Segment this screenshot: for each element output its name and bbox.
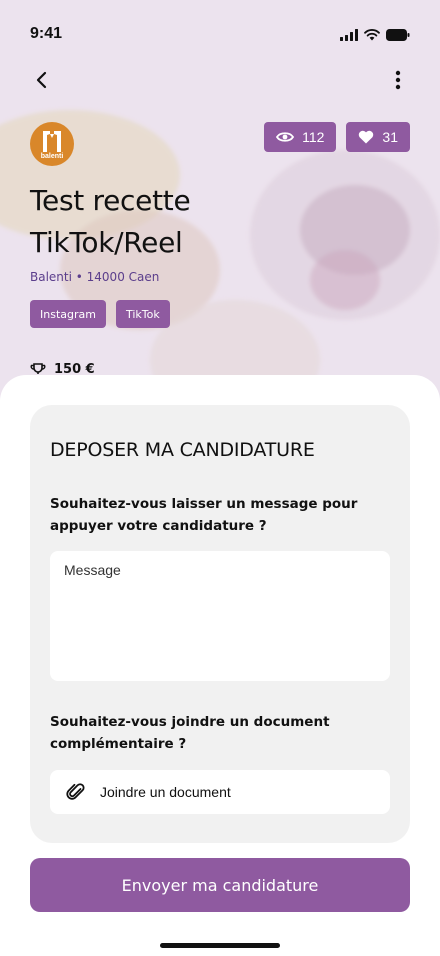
signal-icon [340,29,358,41]
tag-instagram[interactable]: Instagram [30,300,106,328]
likes-count: 31 [382,129,398,145]
home-indicator [160,943,280,948]
document-question: Souhaitez-vous joindre un document compl… [50,714,330,752]
status-icons [340,29,410,41]
application-card: DEPOSER MA CANDIDATURE Souhaitez-vous la… [30,405,410,843]
tag-tiktok[interactable]: TikTok [115,300,170,328]
platform-tags: Instagram TikTok [30,300,170,328]
status-time: 9:41 [30,25,63,42]
back-button[interactable] [26,64,58,96]
logo-text: balenti [40,153,64,160]
heart-icon [359,130,374,144]
message-input[interactable] [50,551,390,681]
likes-button[interactable]: 31 [346,122,410,152]
views-count: 112 [302,129,325,145]
battery-icon [386,29,410,41]
chevron-left-icon [36,71,47,89]
wifi-icon [364,29,380,41]
submit-application-button[interactable]: Envoyer ma candidature [30,858,410,912]
application-heading: DEPOSER MA CANDIDATURE [50,439,315,461]
attach-document-label: Joindre un document [100,784,231,800]
brand-location[interactable]: Balenti • 14000 Caen [30,270,159,284]
campaign-title: Test recette TikTok/Reel [30,184,191,259]
attach-document-button[interactable]: Joindre un document [50,770,390,814]
application-sheet: DEPOSER MA CANDIDATURE Souhaitez-vous la… [0,375,440,956]
views-badge: 112 [264,122,337,152]
paperclip-icon [66,783,85,800]
brand-logo[interactable]: balenti [30,122,74,166]
stats-group: 112 31 [264,122,410,152]
message-question: Souhaitez-vous laisser un message pour a… [50,496,358,534]
eye-icon [276,132,295,142]
top-nav [0,60,440,100]
more-options-button[interactable] [382,64,414,96]
more-vertical-icon [395,70,401,90]
